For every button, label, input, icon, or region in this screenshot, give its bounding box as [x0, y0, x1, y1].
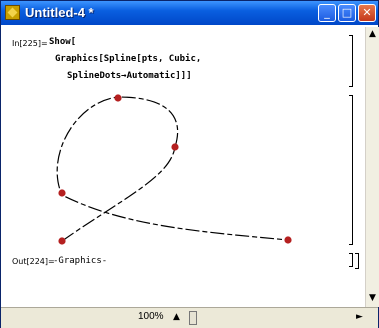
mathematica-app-icon[interactable]	[5, 5, 20, 20]
window-title: Untitled-4 *	[25, 5, 94, 20]
scroll-up-icon[interactable]: ▲	[369, 29, 376, 39]
spline-graphic	[56, 94, 292, 245]
maximize-button[interactable]: □	[338, 4, 356, 22]
graphics-cell-bracket[interactable]	[349, 95, 353, 245]
status-bar: 100% ▲ ►	[1, 307, 378, 328]
title-bar[interactable]: Untitled-4 * _ □ ✕	[1, 1, 378, 25]
notebook-window: Untitled-4 * _ □ ✕ In[225]= Show[ Graphi…	[0, 0, 379, 328]
horizontal-scroll-thumb[interactable]	[189, 311, 197, 325]
output-label: Out[224]=	[12, 257, 55, 266]
notebook-content[interactable]: In[225]= Show[ Graphics[Spline[pts, Cubi…	[5, 27, 365, 307]
minimize-button[interactable]: _	[318, 4, 336, 22]
spline-dot	[171, 143, 179, 151]
input-cell-bracket[interactable]	[349, 35, 353, 87]
close-button[interactable]: ✕	[358, 4, 376, 22]
scroll-right-icon[interactable]: ►	[356, 312, 363, 322]
scroll-left-icon[interactable]: ▲	[173, 312, 180, 322]
group-cell-bracket[interactable]	[355, 253, 359, 269]
zoom-level[interactable]: 100%	[138, 311, 164, 322]
spline-dot	[58, 237, 66, 245]
spline-curve	[56, 96, 289, 242]
spline-dot	[114, 94, 122, 102]
spline-dot	[284, 236, 292, 244]
output-value: -Graphics-	[53, 256, 108, 266]
scroll-down-icon[interactable]: ▼	[369, 293, 376, 303]
vertical-scrollbar[interactable]: ▲ ▼	[365, 27, 379, 307]
spline-dot	[58, 189, 66, 197]
output-cell-bracket[interactable]	[349, 253, 353, 267]
